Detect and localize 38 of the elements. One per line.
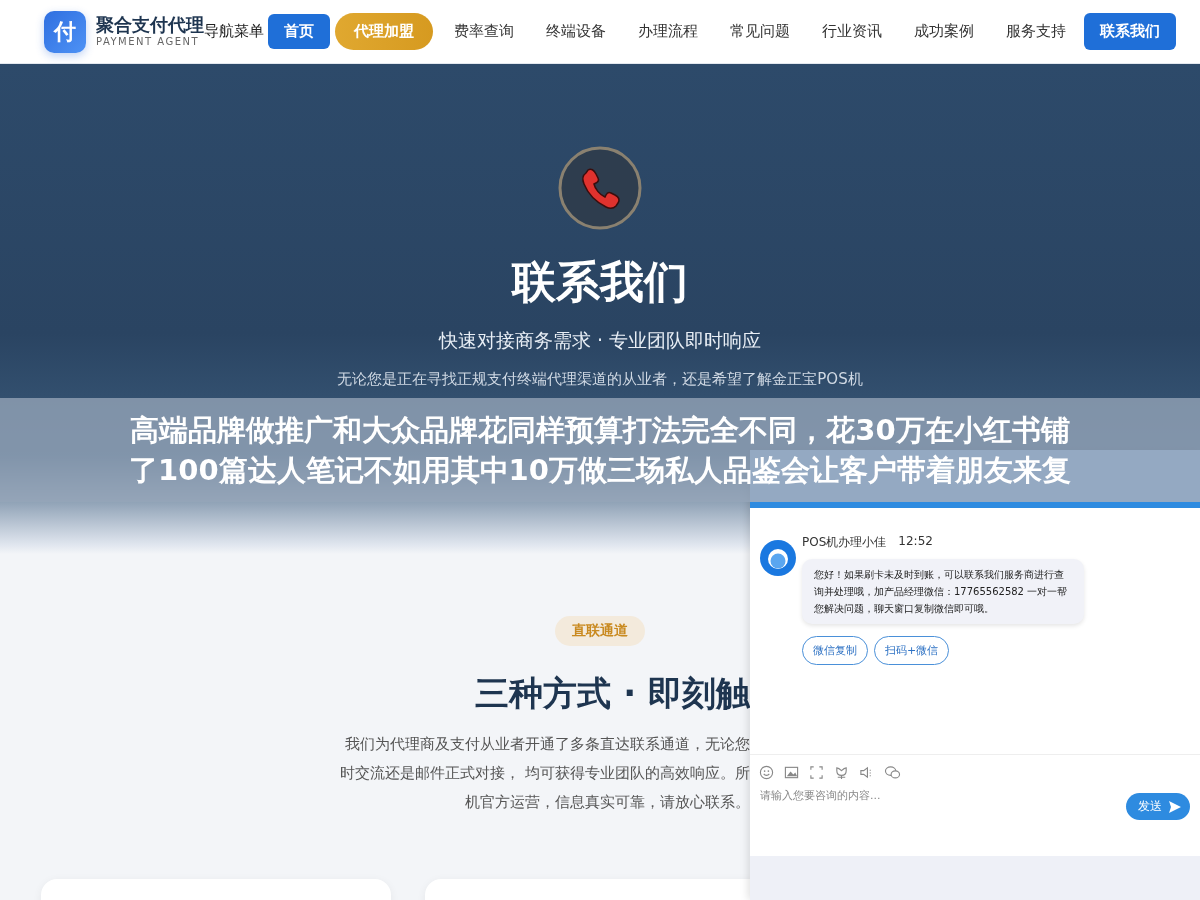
chat-bubbles-icon[interactable] — [884, 765, 901, 780]
banner-text: 了100篇达人笔记不如用其中10万做三场私人品鉴会让客户带着朋友来复 — [129, 452, 1071, 489]
agent-avatar-icon — [760, 540, 796, 576]
nav-link[interactable]: 终端设备 — [530, 22, 622, 41]
message-time: 12:52 — [898, 534, 933, 550]
nav-link[interactable]: 费率查询 — [438, 22, 530, 41]
nav-button[interactable]: 联系我们 — [1084, 13, 1176, 50]
hero-paragraph: 无论您是正在寻找正规支付终端代理渠道的从业者，还是希望了解金正宝POS机 — [337, 370, 863, 389]
emoji-icon[interactable] — [759, 765, 774, 780]
send-icon — [1168, 799, 1182, 814]
screenshot-icon[interactable] — [809, 765, 824, 780]
nav-link[interactable]: 办理流程 — [622, 22, 714, 41]
nav-link[interactable]: 行业资讯 — [806, 22, 898, 41]
section-tag: 直联通道 — [555, 616, 645, 646]
section-text: 时交流还是邮件正式对接， 均可获得专业团队的高效响应。所 — [340, 763, 750, 784]
quick-reply-button[interactable]: 扫码+微信 — [874, 636, 950, 665]
flower-icon[interactable] — [834, 765, 849, 780]
hero-title: 联系我们 — [512, 255, 688, 309]
send-button[interactable]: 发送 — [1126, 793, 1190, 820]
quick-reply-button[interactable]: 微信复制 — [802, 636, 868, 665]
nav-link[interactable]: 常见问题 — [714, 22, 806, 41]
hero-subtitle: 快速对接商务需求 · 专业团队即时响应 — [438, 328, 762, 353]
brand-name: 聚合支付代理 — [96, 15, 204, 35]
sender-name: POS机办理小佳 — [802, 534, 887, 551]
menu-label: 导航菜单 — [204, 22, 264, 41]
phone-icon — [558, 146, 642, 230]
nav-link[interactable]: 成功案例 — [898, 22, 990, 41]
section-text: 我们为代理商及支付从业者开通了多条直达联系通道，无论您 — [345, 734, 750, 755]
nav-link[interactable]: 服务支持 — [990, 22, 1082, 41]
message-bubble: 您好！如果刷卡未及时到账，可以联系我们服务商进行查询并处理哦，加产品经理微信：17765562582 一对一帮您解决问题，聊天窗口复制微信即可哦。 — [802, 559, 1084, 624]
section-title: 三种方式 · 即刻触 — [475, 672, 750, 715]
image-icon[interactable] — [784, 765, 799, 780]
section-text: 机官方运营，信息真实可靠，请放心联系。 — [465, 792, 750, 813]
logo-mark[interactable]: 付 — [44, 10, 86, 53]
speaker-icon[interactable] — [859, 765, 874, 780]
brand-tagline: PAYMENT AGENT — [96, 35, 201, 48]
banner-text: 高端品牌做推广和大众品牌花同样预算打法完全不同，花30万在小红书铺 — [130, 412, 1070, 449]
nav-button[interactable]: 首页 — [268, 14, 330, 49]
